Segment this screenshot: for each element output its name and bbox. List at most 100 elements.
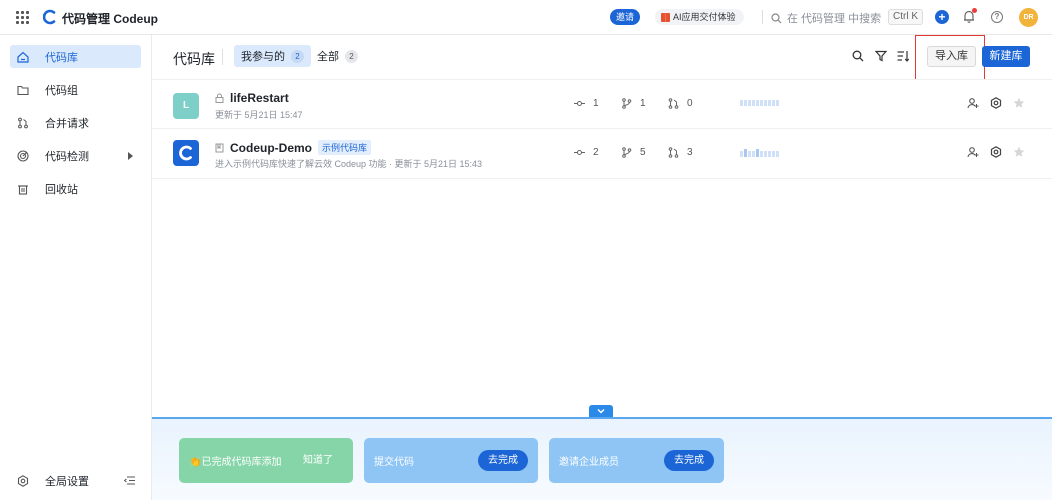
merge-request-count-value: 3 <box>687 147 693 158</box>
commit-count-value: 1 <box>593 98 599 109</box>
search-icon <box>771 12 782 23</box>
branch-count[interactable]: 1 <box>621 98 646 109</box>
settings-icon[interactable] <box>990 97 1002 109</box>
plus-icon[interactable]: + <box>935 10 949 24</box>
settings-icon[interactable] <box>990 146 1002 158</box>
new-repo-button[interactable]: 新建库 <box>982 46 1030 67</box>
header-divider <box>762 10 763 24</box>
scan-icon <box>17 149 29 162</box>
tab-label: 全部 <box>317 51 339 63</box>
merge-request-count[interactable]: 3 <box>668 147 693 158</box>
merge-request-icon <box>668 98 679 109</box>
task-card-repo-added: 👏已完成代码库添加 知道了 <box>179 438 353 483</box>
star-icon[interactable] <box>1013 146 1025 158</box>
title-divider <box>222 49 223 65</box>
repo-meta: 更新于 5月21日 15:47 <box>215 110 303 120</box>
settings-icon <box>17 475 29 487</box>
app-title: 代码管理 Codeup <box>62 12 158 26</box>
sidebar-item-code-scan[interactable]: 代码检测 <box>10 144 141 167</box>
expand-arrow-icon[interactable] <box>128 152 133 160</box>
table-row[interactable]: L lifeRestart 更新于 5月21日 15:47 1 1 0 <box>152 80 1052 130</box>
repo-name-line: lifeRestart <box>215 91 289 105</box>
got-it-button[interactable]: 知道了 <box>293 450 343 471</box>
sidebar-item-merge-requests[interactable]: 合并请求 <box>10 111 141 134</box>
search-icon[interactable] <box>852 50 864 62</box>
search-placeholder: 在 代码管理 中搜索 <box>787 13 882 25</box>
repo-avatar: L <box>173 93 199 119</box>
sidebar-item-groups[interactable]: 代码组 <box>10 78 141 101</box>
table-row[interactable]: Codeup-Demo 示例代码库 进入示例代码库快速了解云效 Codeup 功… <box>152 129 1052 179</box>
merge-request-count[interactable]: 0 <box>668 98 693 109</box>
branch-count-value: 5 <box>640 147 646 158</box>
repo-name-line: Codeup-Demo 示例代码库 <box>215 140 372 155</box>
task-label: 提交代码 <box>374 457 414 468</box>
apps-grid-icon[interactable] <box>16 11 29 24</box>
sidebar-item-label: 回收站 <box>45 183 78 196</box>
complete-button[interactable]: 去完成 <box>478 450 528 471</box>
filter-icon[interactable] <box>875 50 887 62</box>
branch-icon <box>622 98 632 109</box>
ai-experience-label: AI应用交付体验 <box>673 12 736 22</box>
star-icon[interactable] <box>1013 97 1025 109</box>
page-title: 代码库 <box>173 51 215 67</box>
sidebar: 代码库 代码组 合并请求 代码检测 回收站 全局设置 <box>0 35 152 500</box>
activity-sparkline <box>740 149 779 157</box>
sort-icon[interactable] <box>897 50 909 62</box>
branch-count-value: 1 <box>640 98 646 109</box>
sample-repo-tag: 示例代码库 <box>318 140 372 155</box>
row-actions <box>967 146 1025 158</box>
repo-meta: 进入示例代码库快速了解云效 Codeup 功能 · 更新于 5月21日 15:4… <box>215 159 483 169</box>
repo-avatar <box>173 140 199 166</box>
merge-request-icon <box>668 147 679 158</box>
branch-count[interactable]: 5 <box>621 147 646 158</box>
commit-count[interactable]: 1 <box>574 98 599 109</box>
codeup-logo <box>43 9 56 25</box>
merge-request-count-value: 0 <box>687 98 693 109</box>
task-card-invite-members: 邀请企业成员 去完成 <box>549 438 724 483</box>
global-settings-label: 全局设置 <box>45 476 89 488</box>
commit-count-value: 2 <box>593 147 599 158</box>
tab-label: 我参与的 <box>241 51 285 63</box>
tab-participated[interactable]: 我参与的 2 <box>234 45 311 67</box>
sidebar-item-label: 代码库 <box>45 51 78 64</box>
tab-all[interactable]: 全部 2 <box>310 45 365 67</box>
row-divider <box>152 178 1052 179</box>
help-icon[interactable]: ? <box>991 11 1003 23</box>
tab-count: 2 <box>291 49 304 63</box>
add-member-icon[interactable] <box>967 146 979 158</box>
repo-name-link[interactable]: Codeup-Demo <box>230 141 312 155</box>
row-actions <box>967 97 1025 109</box>
ai-experience-button[interactable]: AI应用交付体验 <box>655 9 744 25</box>
top-bar: 代码管理 Codeup 邀请 AI应用交付体验 在 代码管理 中搜索 Ctrl … <box>0 0 1052 35</box>
sidebar-item-trash[interactable]: 回收站 <box>10 177 141 200</box>
sidebar-item-label: 代码检测 <box>45 150 89 163</box>
book-icon <box>215 143 224 152</box>
sidebar-item-repos[interactable]: 代码库 <box>10 45 141 68</box>
tab-count: 2 <box>345 49 358 63</box>
activity-sparkline <box>740 100 779 106</box>
trash-icon <box>18 184 28 195</box>
complete-button[interactable]: 去完成 <box>664 450 714 471</box>
collapse-sidebar-icon[interactable] <box>124 476 135 485</box>
commit-icon <box>574 150 585 155</box>
add-member-icon[interactable] <box>967 97 979 109</box>
invite-button[interactable]: 邀请 <box>610 9 641 25</box>
repo-home-icon <box>17 51 29 63</box>
global-settings-link[interactable]: 全局设置 <box>17 473 89 489</box>
repo-name-link[interactable]: lifeRestart <box>230 91 289 105</box>
user-avatar[interactable]: DR <box>1019 8 1038 27</box>
folder-icon <box>17 85 29 95</box>
branch-icon <box>622 147 632 158</box>
task-label: 邀请企业成员 <box>559 457 619 468</box>
task-label: 👏已完成代码库添加 <box>189 457 282 468</box>
shortcut-hint: Ctrl K <box>888 9 923 25</box>
global-search[interactable]: 在 代码管理 中搜索 <box>771 10 881 26</box>
commit-icon <box>574 101 585 106</box>
import-repo-button[interactable]: 导入库 <box>927 46 976 67</box>
task-card-commit-code: 提交代码 去完成 <box>364 438 538 483</box>
commit-count[interactable]: 2 <box>574 147 599 158</box>
sidebar-item-label: 合并请求 <box>45 117 89 130</box>
gift-icon <box>661 12 670 22</box>
notification-dot <box>972 8 977 13</box>
sidebar-item-label: 代码组 <box>45 84 78 97</box>
